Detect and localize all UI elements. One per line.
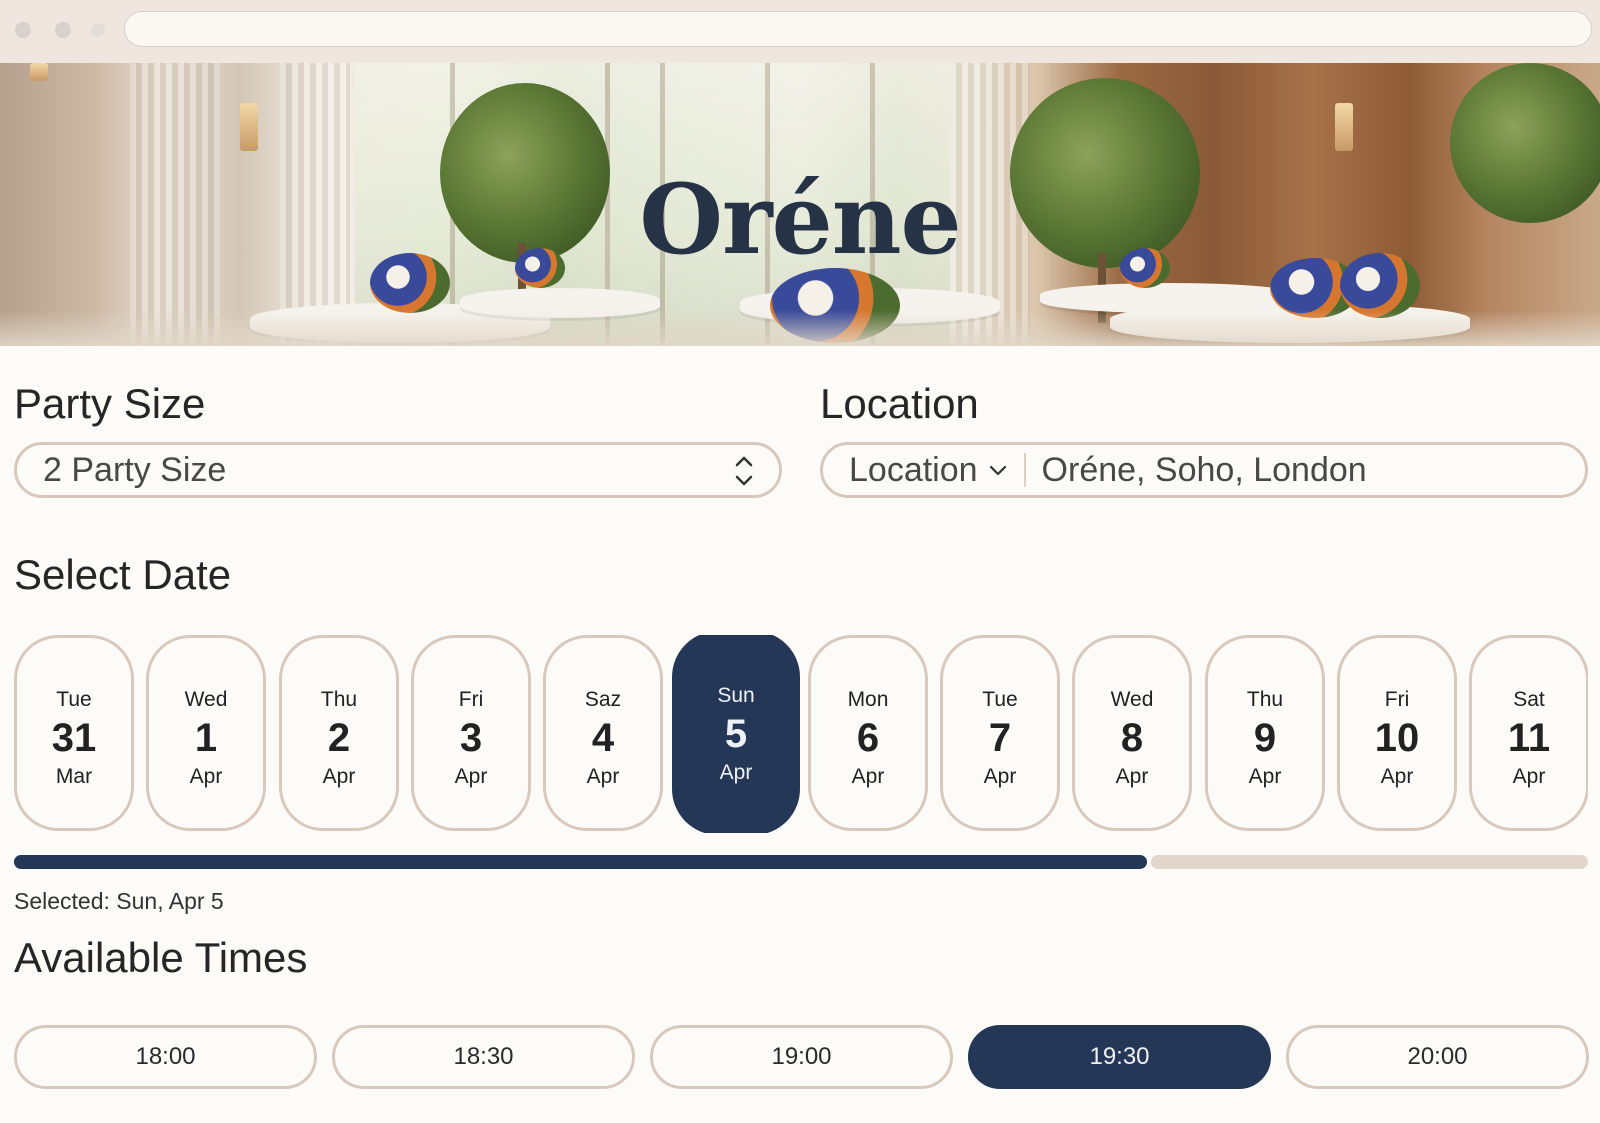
date-weekday: Wed <box>184 688 228 711</box>
date-card[interactable]: Mon 6 Apr <box>808 635 928 831</box>
time-slot-button[interactable]: 20:00 <box>1286 1025 1589 1089</box>
date-day-number: 2 <box>327 716 351 760</box>
date-scroll-thumb[interactable] <box>14 855 1147 869</box>
date-day-number: 3 <box>459 716 483 760</box>
date-weekday: Fri <box>1384 688 1410 711</box>
date-card[interactable]: Sun 5 Apr <box>672 635 800 833</box>
time-slot-label: 20:00 <box>1407 1043 1468 1070</box>
date-month: Apr <box>1380 765 1414 788</box>
time-slot-button[interactable]: 18:00 <box>14 1025 317 1089</box>
date-month: Apr <box>1248 765 1282 788</box>
date-weekday: Tue <box>982 688 1018 711</box>
location-value: Oréne, Soho, London <box>1041 450 1367 489</box>
time-slot-label: 18:30 <box>453 1043 514 1070</box>
date-card[interactable]: Fri 10 Apr <box>1337 635 1457 831</box>
location-type-dropdown[interactable]: Location <box>849 451 1024 490</box>
date-day-number: 8 <box>1120 716 1144 760</box>
date-card[interactable]: Fri 3 Apr <box>411 635 531 831</box>
selected-date-text: Selected: Sun, Apr 5 <box>14 888 224 914</box>
date-day-number: 1 <box>194 716 218 760</box>
time-slot-button[interactable]: 19:30 <box>968 1025 1271 1089</box>
hero-image: Oréne <box>0 63 1600 346</box>
date-scroll-track[interactable] <box>1151 855 1588 869</box>
date-month: Apr <box>983 765 1017 788</box>
date-month: Apr <box>719 761 753 784</box>
date-card[interactable]: Sat 11 Apr <box>1469 635 1588 831</box>
address-bar[interactable] <box>124 11 1592 47</box>
date-month: Apr <box>189 765 223 788</box>
date-card[interactable]: Thu 2 Apr <box>279 635 399 831</box>
date-card[interactable]: Wed 1 Apr <box>146 635 266 831</box>
date-month: Apr <box>1512 765 1546 788</box>
date-month: Apr <box>322 765 356 788</box>
date-day-number: 7 <box>988 716 1012 760</box>
date-weekday: Fri <box>458 688 484 711</box>
location-select[interactable]: Location Oréne, Soho, London <box>820 442 1588 498</box>
restaurant-name: Oréne <box>639 163 961 276</box>
date-month: Mar <box>55 765 93 788</box>
time-slot-label: 19:30 <box>1089 1043 1150 1070</box>
chevron-down-icon <box>989 465 1006 476</box>
date-weekday: Wed <box>1110 688 1154 711</box>
party-size-value: 2 Party Size <box>43 450 227 489</box>
party-size-select[interactable]: 2 Party Size <box>14 442 782 498</box>
date-card[interactable]: Tue 31 Mar <box>14 635 134 831</box>
date-month: Apr <box>851 765 885 788</box>
date-weekday: Sun <box>717 684 755 707</box>
time-slot-label: 18:00 <box>135 1043 196 1070</box>
date-weekday: Saz <box>584 688 622 711</box>
date-card[interactable]: Saz 4 Apr <box>543 635 663 831</box>
date-day-number: 31 <box>51 716 97 760</box>
date-day-number: 5 <box>724 712 748 756</box>
window-close-dot[interactable] <box>15 22 31 38</box>
date-carousel[interactable]: Tue 31 Mar Wed 1 Apr Thu 2 Apr Fri 3 Apr Saz 4 Apr Sun 5… <box>14 635 1588 833</box>
date-weekday: Tue <box>56 688 92 711</box>
time-slot-button[interactable]: 19:00 <box>650 1025 953 1089</box>
location-label: Location <box>820 380 979 427</box>
date-month: Apr <box>586 765 620 788</box>
date-day-number: 4 <box>591 716 615 760</box>
window-minimize-dot[interactable] <box>55 22 71 38</box>
divider <box>1023 453 1026 487</box>
time-slot-button[interactable]: 18:30 <box>332 1025 635 1089</box>
date-weekday: Sat <box>1513 688 1545 711</box>
date-card[interactable]: Wed 8 Apr <box>1072 635 1192 831</box>
date-day-number: 11 <box>1507 716 1551 760</box>
up-down-chevron-icon <box>735 456 753 486</box>
time-slot-label: 19:00 <box>771 1043 832 1070</box>
date-day-number: 9 <box>1253 716 1277 760</box>
party-size-label: Party Size <box>14 380 206 427</box>
date-card[interactable]: Thu 9 Apr <box>1205 635 1325 831</box>
window-zoom-dot[interactable] <box>91 23 105 37</box>
location-type-label: Location <box>849 450 978 489</box>
date-card[interactable]: Tue 7 Apr <box>940 635 1060 831</box>
select-date-label: Select Date <box>14 551 232 598</box>
date-day-number: 10 <box>1374 716 1420 760</box>
browser-chrome <box>0 0 1600 63</box>
date-month: Apr <box>1115 765 1149 788</box>
date-day-number: 6 <box>856 716 880 760</box>
date-weekday: Thu <box>320 688 358 711</box>
date-weekday: Thu <box>1246 688 1284 711</box>
date-weekday: Mon <box>847 688 889 711</box>
date-month: Apr <box>454 765 488 788</box>
available-times-label: Available Times <box>14 934 308 981</box>
